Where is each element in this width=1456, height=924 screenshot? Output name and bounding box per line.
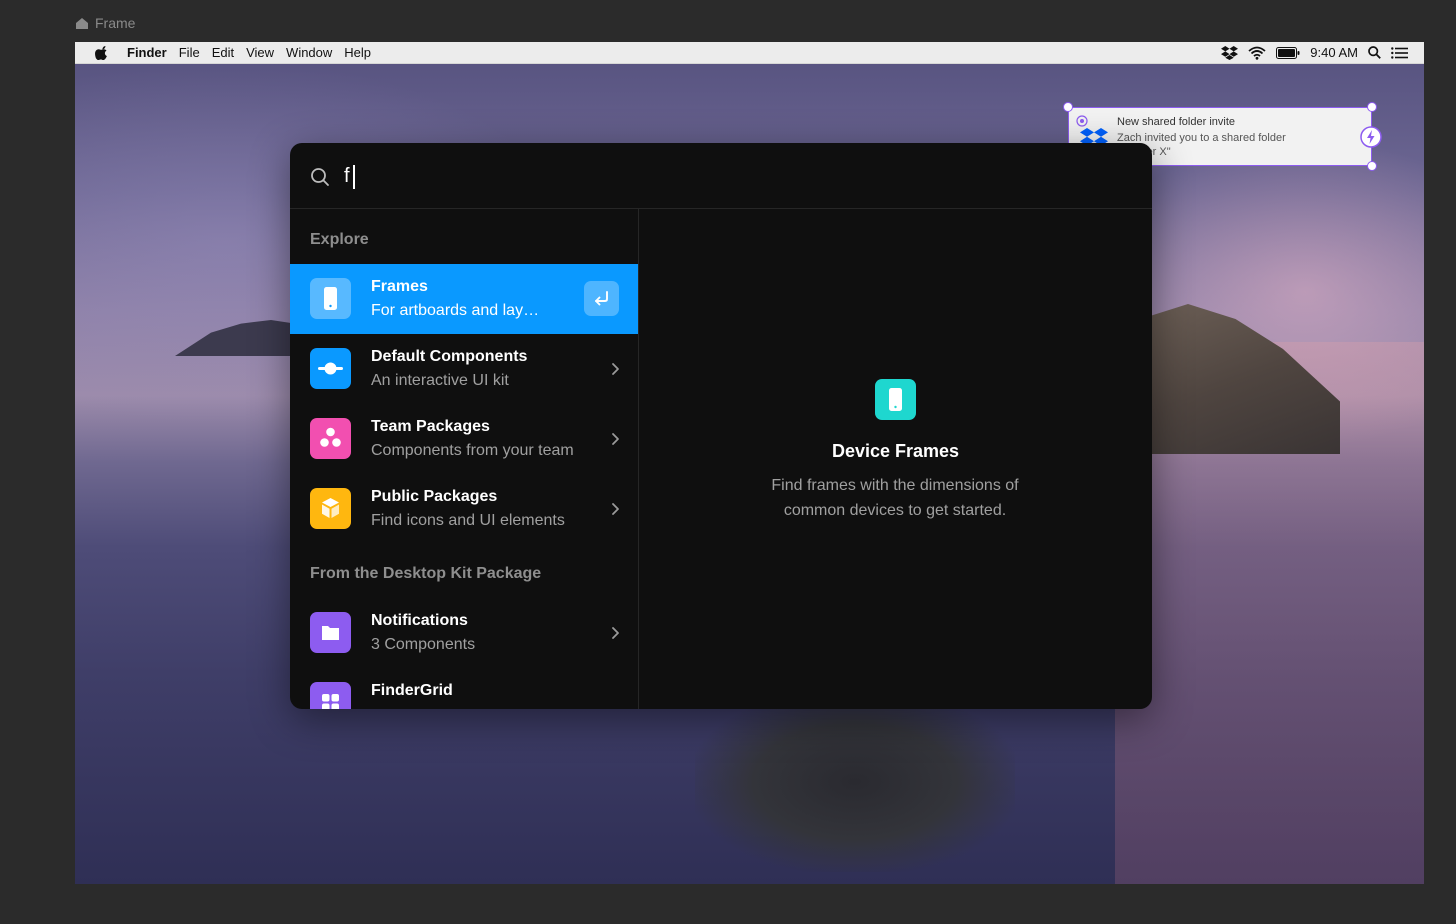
findergrid-tile xyxy=(310,682,351,709)
package-box-icon xyxy=(322,498,339,518)
chevron-right-icon xyxy=(612,503,619,515)
default-components-tile xyxy=(310,348,351,389)
frames-tile xyxy=(310,278,351,319)
frame-label-text: Frame xyxy=(95,15,136,31)
item-subtitle: An interactive UI kit xyxy=(371,372,509,389)
team-packages-tile xyxy=(310,418,351,459)
resize-handle-bottom-right[interactable] xyxy=(1367,161,1377,171)
menu-view[interactable]: View xyxy=(240,45,280,60)
toggle-icon xyxy=(318,362,343,375)
menu-file[interactable]: File xyxy=(173,45,206,60)
grid-icon xyxy=(322,694,339,709)
folder-icon xyxy=(322,626,339,640)
list-item-notifications[interactable]: Notifications 3 Components xyxy=(290,598,638,668)
menu-finder[interactable]: Finder xyxy=(121,45,173,60)
frame-label[interactable]: Frame xyxy=(76,13,135,33)
menu-bar: Finder File Edit View Window Help 9:40 A… xyxy=(75,42,1424,64)
item-title: FinderGrid xyxy=(371,682,453,699)
section-heading-desktop-kit: From the Desktop Kit Package xyxy=(310,565,542,582)
chevron-right-icon xyxy=(612,627,619,639)
list-item-public-packages[interactable]: Public Packages Find icons and UI elemen… xyxy=(290,474,638,544)
list-item-findergrid[interactable]: FinderGrid xyxy=(290,668,638,709)
detail-title: Device Frames xyxy=(831,441,960,461)
list-item-team-packages[interactable]: Team Packages Components from your team xyxy=(290,404,638,474)
section-heading-explore: Explore xyxy=(310,231,369,248)
text-caret xyxy=(353,165,355,189)
search-icon xyxy=(311,168,329,186)
phone-icon xyxy=(324,287,337,310)
item-title: Notifications xyxy=(371,612,468,629)
item-subtitle: For artboards and lay… xyxy=(371,302,540,319)
dropbox-icon[interactable] xyxy=(1221,45,1239,60)
notifications-tile xyxy=(310,612,351,653)
list-item-frames[interactable]: Frames For artboards and lay… xyxy=(290,264,638,334)
menu-help[interactable]: Help xyxy=(338,45,377,60)
lightning-bolt-icon[interactable] xyxy=(1360,126,1382,148)
detail-pane: Device Frames Find frames with the dimen… xyxy=(639,209,1152,709)
item-title: Default Components xyxy=(371,348,528,365)
home-icon xyxy=(76,17,88,29)
wallpaper-cliff xyxy=(1150,304,1340,454)
menu-window[interactable]: Window xyxy=(280,45,338,60)
wallpaper-island xyxy=(695,692,1015,872)
item-title: Team Packages xyxy=(371,418,490,435)
insert-palette: Explore Frames For artboards and lay… xyxy=(290,143,1152,709)
notification-title: New shared folder invite xyxy=(1117,116,1236,128)
resize-handle-top-left[interactable] xyxy=(1063,102,1073,112)
item-subtitle: 3 Components xyxy=(371,636,476,653)
resize-handle-top-right[interactable] xyxy=(1367,102,1377,112)
wifi-icon[interactable] xyxy=(1248,46,1266,60)
battery-icon[interactable] xyxy=(1276,46,1300,59)
chevron-right-icon xyxy=(612,363,619,375)
spotlight-search-icon[interactable] xyxy=(1368,46,1381,59)
notification-center-icon[interactable] xyxy=(1391,46,1408,59)
enter-key-button[interactable] xyxy=(584,281,619,316)
menu-clock[interactable]: 9:40 AM xyxy=(1310,45,1358,60)
item-title: Public Packages xyxy=(371,488,498,505)
target-icon xyxy=(1076,115,1088,127)
public-packages-tile xyxy=(310,488,351,529)
item-subtitle: Find icons and UI elements xyxy=(371,512,565,529)
search-bar xyxy=(290,143,1152,209)
results-list[interactable]: Explore Frames For artboards and lay… De… xyxy=(290,209,639,709)
return-icon xyxy=(595,291,608,306)
team-icon xyxy=(320,427,341,447)
phone-icon xyxy=(889,388,902,411)
item-subtitle: Components from your team xyxy=(371,442,574,459)
detail-description: Find frames with the dimensions of commo… xyxy=(771,477,1019,519)
menu-edit[interactable]: Edit xyxy=(206,45,240,60)
wallpaper-hill xyxy=(175,320,295,356)
search-input[interactable] xyxy=(344,161,1104,191)
detail-tile xyxy=(875,379,916,420)
item-title: Frames xyxy=(371,278,428,295)
chevron-right-icon xyxy=(612,433,619,445)
apple-icon[interactable] xyxy=(95,45,109,60)
list-item-default-components[interactable]: Default Components An interactive UI kit xyxy=(290,334,638,404)
